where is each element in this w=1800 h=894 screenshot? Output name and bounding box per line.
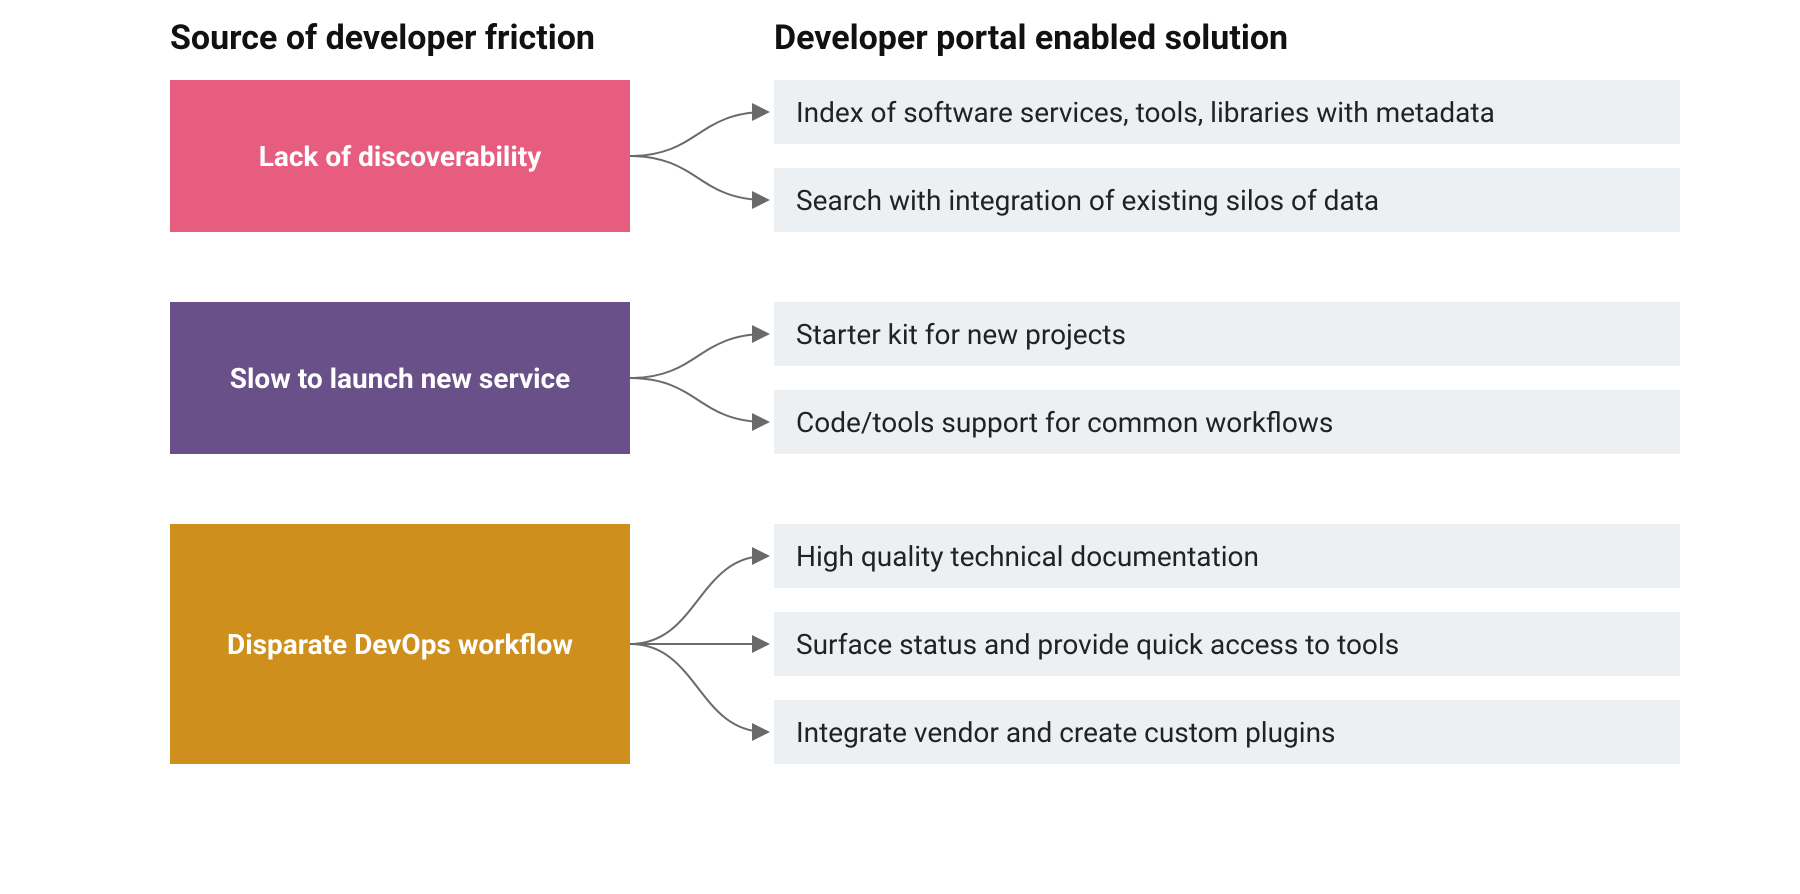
solution-box: Starter kit for new projects bbox=[774, 302, 1680, 366]
source-box-devops-workflow: Disparate DevOps workflow bbox=[170, 524, 630, 764]
right-column-header: Developer portal enabled solution bbox=[774, 18, 1288, 58]
solution-box: High quality technical documentation bbox=[774, 524, 1680, 588]
connector-arrow bbox=[630, 644, 766, 732]
solution-box: Code/tools support for common workflows bbox=[774, 390, 1680, 454]
connector-arrow bbox=[630, 334, 766, 378]
connector-arrow bbox=[630, 112, 766, 156]
solution-box: Index of software services, tools, libra… bbox=[774, 80, 1680, 144]
source-box-slow-launch: Slow to launch new service bbox=[170, 302, 630, 454]
connector-arrow bbox=[630, 378, 766, 422]
connector-arrow bbox=[630, 556, 766, 644]
diagram-wrap: Source of developer friction Developer p… bbox=[120, 0, 1680, 894]
left-column-header: Source of developer friction bbox=[170, 18, 595, 58]
solution-box: Integrate vendor and create custom plugi… bbox=[774, 700, 1680, 764]
solution-box: Surface status and provide quick access … bbox=[774, 612, 1680, 676]
solution-box: Search with integration of existing silo… bbox=[774, 168, 1680, 232]
source-box-discoverability: Lack of discoverability bbox=[170, 80, 630, 232]
connector-arrow bbox=[630, 156, 766, 200]
